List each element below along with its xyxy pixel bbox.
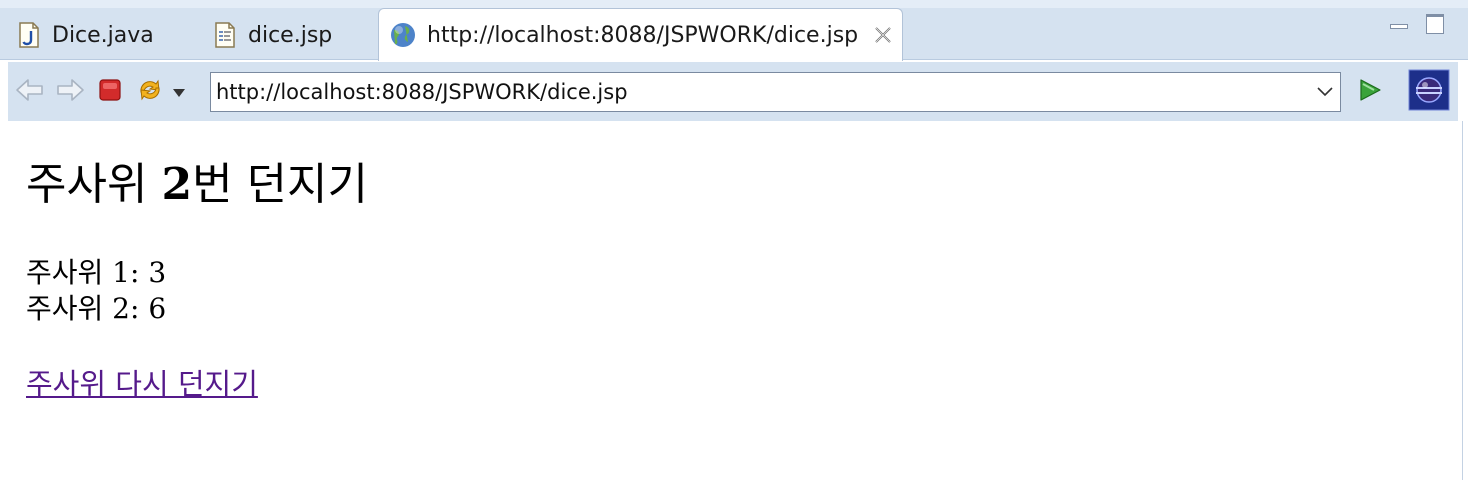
heading-suffix: 번 던지기 <box>192 159 368 210</box>
browser-content: 주사위 2번 던지기 주사위 1: 3 주사위 2: 6 주사위 다시 던지기 <box>8 121 1463 480</box>
forward-arrow-icon <box>55 77 85 107</box>
forward-button[interactable] <box>54 76 86 108</box>
jsp-file-icon <box>212 21 238 49</box>
tab-browser-dice-jsp[interactable]: http://localhost:8088/JSPWORK/dice.jsp <box>378 8 903 61</box>
refresh-icon <box>135 75 165 109</box>
url-bar <box>210 72 1341 112</box>
url-input[interactable] <box>211 74 1310 110</box>
menu-dropdown-icon <box>172 83 186 102</box>
eclipse-logo <box>1408 69 1450 115</box>
browser-toolbar <box>8 62 1458 121</box>
tab-label: Dice.java <box>52 22 154 48</box>
go-button[interactable] <box>1354 76 1386 108</box>
back-button[interactable] <box>14 76 46 108</box>
heading-count: 2 <box>161 159 193 210</box>
refresh-button[interactable] <box>134 76 166 108</box>
maximize-view-icon[interactable] <box>1426 14 1446 34</box>
tab-label: dice.jsp <box>248 22 333 48</box>
eclipse-logo-icon <box>1408 69 1450 115</box>
reroll-link[interactable]: 주사위 다시 던지기 <box>26 366 258 402</box>
tab-label: http://localhost:8088/JSPWORK/dice.jsp <box>427 22 859 48</box>
tab-dice-jsp[interactable]: dice.jsp <box>196 10 378 60</box>
go-icon <box>1357 77 1383 107</box>
url-history-dropdown[interactable] <box>1310 74 1340 110</box>
dice-result-2: 주사위 2: 6 <box>26 292 167 325</box>
stop-icon <box>98 78 122 106</box>
refresh-menu-button[interactable] <box>168 76 190 108</box>
editor-tab-bar: Dice.java dice.jsp http://localhost:8088… <box>0 0 1468 61</box>
java-file-icon <box>16 21 42 49</box>
chevron-down-icon <box>1317 87 1333 97</box>
heading-prefix: 주사위 <box>26 159 162 210</box>
dice-result-1: 주사위 1: 3 <box>26 256 167 289</box>
tab-dice-java[interactable]: Dice.java <box>0 10 190 60</box>
back-arrow-icon <box>15 77 45 107</box>
tab-bar-top-strip <box>0 0 1468 8</box>
stop-button[interactable] <box>94 76 126 108</box>
page-title: 주사위 2번 던지기 <box>26 159 368 211</box>
view-window-controls <box>1388 14 1446 34</box>
globe-icon <box>389 21 417 49</box>
close-tab-icon[interactable] <box>872 24 894 46</box>
minimize-view-icon[interactable] <box>1388 14 1408 34</box>
